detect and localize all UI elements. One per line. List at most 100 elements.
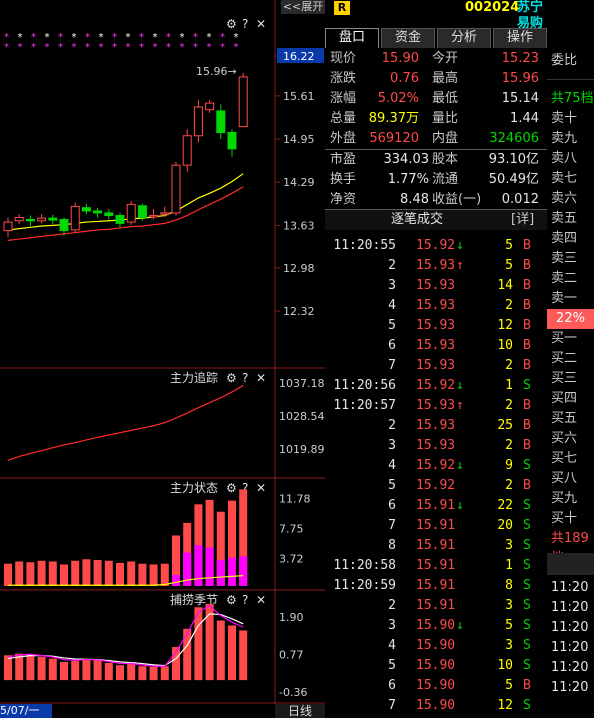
sell-level: 卖二 bbox=[551, 271, 578, 286]
trade-volume: 8 bbox=[505, 578, 513, 593]
trade-time: 11:20:58 bbox=[333, 558, 396, 573]
quote-value: 8.48 bbox=[400, 192, 429, 207]
orderbook-time: 11:20 bbox=[551, 680, 589, 695]
trade-time: 4 bbox=[388, 638, 396, 653]
quote-label: 最高 bbox=[432, 71, 459, 86]
trade-volume: 2 bbox=[505, 398, 513, 413]
trade-price: 15.92 bbox=[416, 458, 456, 473]
help-icon[interactable]: ? bbox=[242, 593, 248, 607]
bulao-bar bbox=[82, 659, 91, 681]
bulao-bar bbox=[104, 662, 113, 681]
sell-level: 卖六 bbox=[551, 191, 578, 206]
signal-dot: * bbox=[45, 42, 50, 53]
bulao-bar bbox=[138, 666, 147, 681]
price-label: 12.98 bbox=[283, 262, 315, 275]
trade-side: B bbox=[523, 258, 531, 273]
trade-time: 2 bbox=[388, 418, 396, 433]
gear-icon[interactable]: ⚙ bbox=[226, 593, 237, 607]
zhuangtai-bar bbox=[26, 562, 35, 586]
indicator-label: 1028.54 bbox=[279, 410, 325, 423]
ma-slow-line bbox=[7, 186, 244, 241]
candle-body bbox=[137, 205, 147, 219]
trade-row: 7 15.90 12 S bbox=[325, 696, 547, 716]
trade-side: B bbox=[523, 278, 531, 293]
close-icon[interactable]: ✕ bbox=[256, 593, 266, 607]
tab-caozuo[interactable]: 操作 bbox=[493, 28, 547, 48]
trade-time: 11:20:55 bbox=[333, 238, 396, 253]
quote-row: 净资 8.48 收益(一) 0.012 bbox=[325, 190, 547, 210]
quote-value: 0.012 bbox=[501, 192, 539, 207]
signal-dot: * bbox=[112, 42, 117, 53]
trade-time: 6 bbox=[388, 678, 396, 693]
candle-body bbox=[149, 215, 159, 218]
quote-label: 今开 bbox=[432, 51, 459, 66]
trade-time: 4 bbox=[388, 298, 396, 313]
close-icon[interactable]: ✕ bbox=[256, 481, 266, 495]
buy-level: 买七 bbox=[551, 451, 578, 466]
zhuangtai-magenta-bar bbox=[194, 545, 203, 586]
bulao-bar bbox=[37, 656, 46, 681]
trade-volume: 14 bbox=[497, 278, 513, 293]
tab-pankou[interactable]: 盘口 bbox=[325, 28, 379, 48]
sell-level: 卖十 bbox=[551, 111, 578, 126]
orderbook-time: 11:20 bbox=[551, 600, 589, 615]
close-icon[interactable]: ✕ bbox=[256, 371, 266, 385]
candle-body bbox=[238, 76, 248, 128]
help-icon[interactable]: ? bbox=[242, 17, 248, 31]
zhuangtai-bar bbox=[127, 561, 136, 586]
trade-price: 15.93 bbox=[416, 298, 456, 313]
bulao-bar bbox=[205, 603, 214, 681]
candle-body bbox=[48, 217, 58, 221]
trade-time: 3 bbox=[388, 438, 396, 453]
trades-detail-button[interactable]: [详] bbox=[511, 210, 534, 230]
trade-price: 15.93 bbox=[416, 438, 456, 453]
price-label-top: 16.22 bbox=[283, 50, 315, 63]
bulao-bar bbox=[48, 658, 57, 681]
trade-time: 7 bbox=[388, 518, 396, 533]
trade-price: 15.93 bbox=[416, 278, 456, 293]
trade-volume: 10 bbox=[497, 658, 513, 673]
gear-icon[interactable]: ⚙ bbox=[226, 481, 237, 495]
gear-icon[interactable]: ⚙ bbox=[226, 17, 237, 31]
quote-label: 市盈 bbox=[330, 152, 357, 167]
trade-row: 7 15.91 20 S bbox=[325, 516, 547, 536]
day-line-button[interactable]: 日线 bbox=[275, 704, 325, 718]
bulao-bar bbox=[4, 655, 12, 681]
trade-volume: 9 bbox=[505, 458, 513, 473]
zhuangtai-magenta-bar bbox=[172, 574, 180, 586]
buy-level: 买三 bbox=[551, 371, 578, 386]
trade-volume: 3 bbox=[505, 598, 513, 613]
chart-area[interactable]: 16.2215.6114.9514.2913.6312.9812.3216.22… bbox=[0, 0, 325, 718]
signal-dot: * bbox=[207, 42, 212, 53]
tab-fenxi[interactable]: 分析 bbox=[437, 28, 491, 48]
trade-price: 15.91 bbox=[416, 598, 456, 613]
trade-volume: 1 bbox=[505, 558, 513, 573]
buy-level: 买九 bbox=[551, 491, 578, 506]
trade-row: 5 15.92 2 B bbox=[325, 476, 547, 496]
trade-time: 4 bbox=[388, 458, 396, 473]
candle-body bbox=[193, 106, 203, 137]
weibi-ratio: 22% bbox=[547, 309, 594, 329]
trade-price: 15.90 bbox=[416, 638, 456, 653]
close-icon[interactable]: ✕ bbox=[256, 17, 266, 31]
quote-value: 50.49亿 bbox=[488, 172, 539, 187]
arrow-down-icon: ↓ bbox=[456, 378, 464, 393]
trade-side: S bbox=[523, 498, 531, 513]
zhuangtai-magenta-bar bbox=[239, 556, 248, 586]
quote-row: 涨幅 5.02% 最低 15.14 bbox=[325, 89, 547, 109]
bulao-bar bbox=[239, 630, 248, 681]
trade-price: 15.90 bbox=[416, 658, 456, 673]
arrow-down-icon: ↓ bbox=[456, 498, 464, 513]
zhuangtai-bar bbox=[37, 560, 46, 586]
gear-icon[interactable]: ⚙ bbox=[226, 371, 237, 385]
quote-value: 324606 bbox=[489, 131, 539, 146]
trade-row: 4 15.93 2 B bbox=[325, 296, 547, 316]
zhuangtai-magenta-bar bbox=[228, 557, 236, 586]
tab-zijin[interactable]: 资金 bbox=[381, 28, 435, 48]
trade-row: 11:20:56 15.92 ↓ 1 S bbox=[325, 376, 547, 396]
panel-title: 主力追踪 bbox=[170, 370, 218, 385]
max-price-label: 15.96→ bbox=[196, 65, 237, 78]
signal-dot: * bbox=[220, 42, 225, 53]
expand-button[interactable]: <<展开 bbox=[281, 0, 325, 14]
help-icon[interactable]: ? bbox=[242, 371, 248, 385]
